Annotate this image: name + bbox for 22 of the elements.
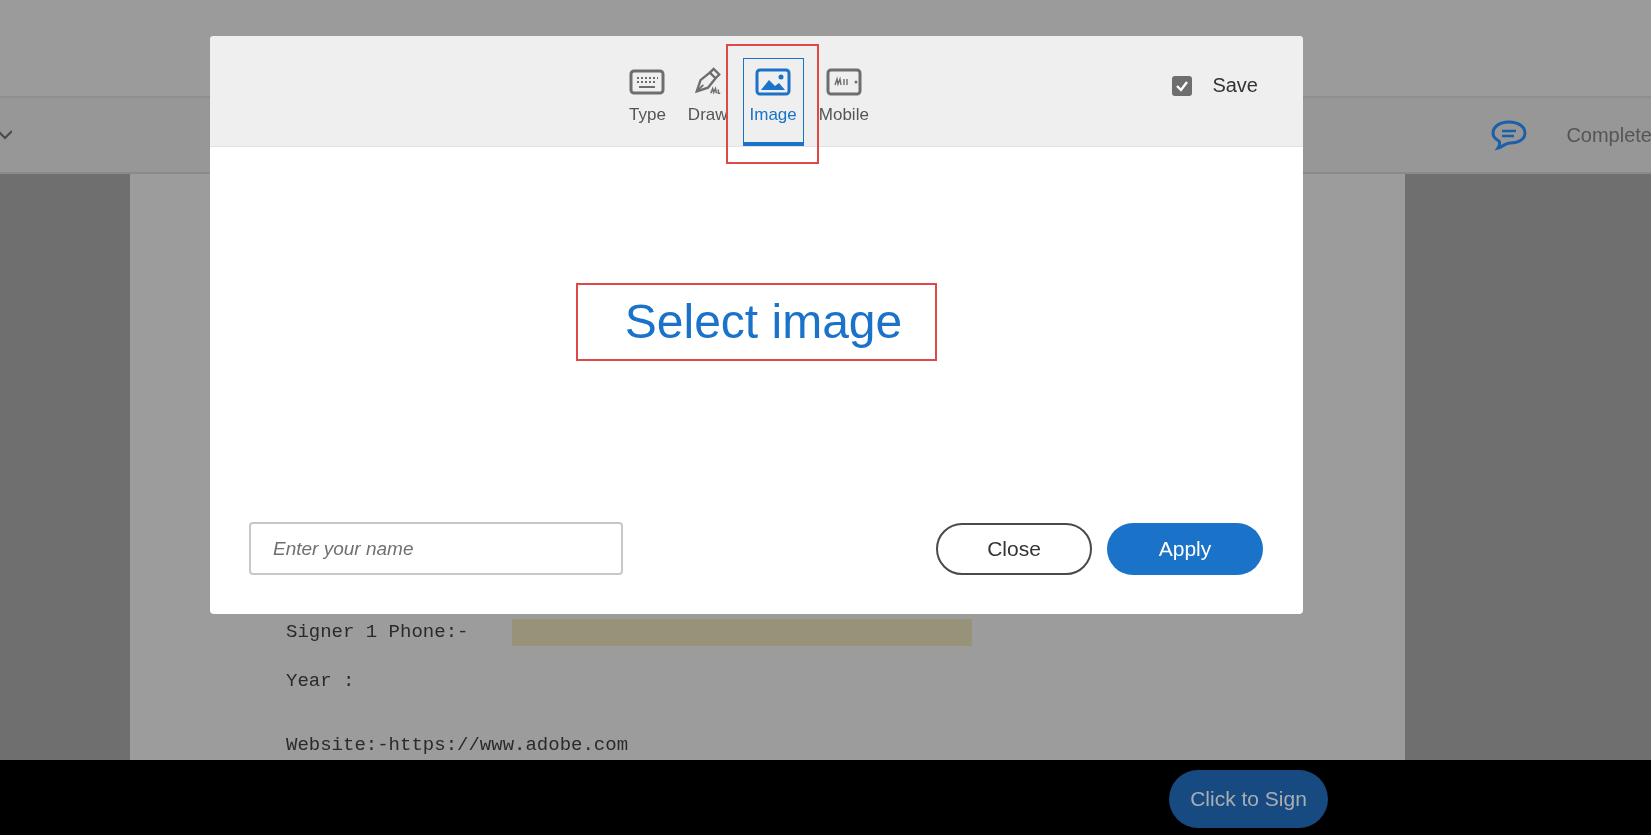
tab[interactable]: Mobile <box>811 58 876 146</box>
image-icon <box>755 67 792 97</box>
select-image-link[interactable]: Select image <box>576 282 937 361</box>
tablet-icon <box>825 67 862 97</box>
document-text: Year : <box>286 670 355 692</box>
name-field[interactable]: Enter your name <box>249 522 623 575</box>
checkbox[interactable] <box>1172 75 1193 96</box>
sign-button[interactable]: Click to Sign <box>1169 769 1328 828</box>
keyboard-icon <box>629 67 666 97</box>
input-field[interactable] <box>512 618 973 646</box>
tab[interactable]: Draw <box>680 58 735 146</box>
comment-icon[interactable] <box>1490 119 1529 151</box>
tab[interactable]: Image <box>742 58 804 146</box>
save-label: Save <box>1212 74 1258 97</box>
document-text: Signer 1 Phone:- <box>286 621 469 643</box>
tab[interactable]: Type <box>622 58 673 146</box>
document-text: Website:-https://www.adobe.com <box>286 734 629 756</box>
chevron-down-icon[interactable] <box>0 130 12 140</box>
apply-button[interactable]: Apply <box>1107 522 1263 575</box>
status-label: Complete <box>1566 123 1651 147</box>
close-button[interactable]: Close <box>936 522 1092 575</box>
checkmark-icon <box>1175 79 1190 92</box>
